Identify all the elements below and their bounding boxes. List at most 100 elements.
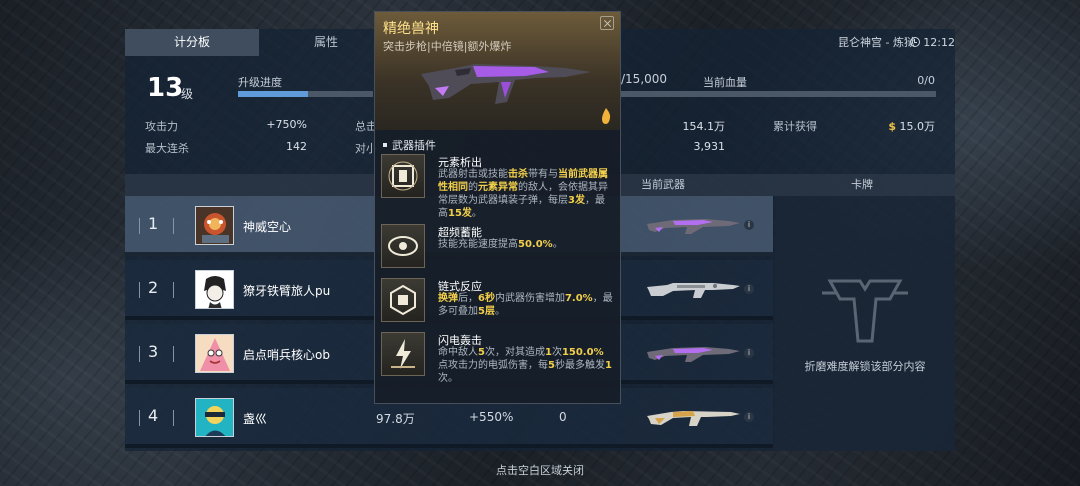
highlight-text: 3发 — [568, 195, 585, 206]
tab-scoreboard[interactable]: 计分板 — [125, 29, 259, 56]
health-bar — [621, 91, 936, 97]
attack-value: +550% — [469, 410, 514, 424]
player-name: 神威空心 — [243, 220, 292, 234]
weapon-info-button[interactable]: i — [744, 348, 754, 358]
health-value: 0/0 — [917, 74, 935, 87]
description-text: 。 — [494, 306, 505, 317]
avatar — [195, 206, 234, 245]
highlight-text: 5 — [548, 360, 555, 371]
highlight-text: 6秒 — [478, 293, 495, 304]
rank-divider — [139, 410, 140, 426]
rank-divider — [173, 218, 174, 234]
lightning-mod-icon — [381, 332, 425, 376]
highlight-text: 元素异常 — [478, 182, 518, 193]
extra-value: 0 — [559, 410, 567, 424]
description-text: 。 — [552, 239, 563, 250]
weapon-info-button[interactable]: i — [744, 284, 754, 294]
weapon-info-button[interactable]: i — [744, 220, 754, 230]
level-unit: 级 — [181, 87, 194, 101]
earned-label: 累计获得 — [773, 120, 817, 133]
earned-value: $ 15.0万 — [845, 118, 935, 134]
mods-section-label: 武器插件 — [383, 137, 436, 153]
highlight-text: 5 — [478, 347, 485, 358]
rank-divider — [139, 282, 140, 298]
health-label: 当前血量 — [703, 76, 747, 89]
level-number: 13 — [147, 73, 184, 103]
highlight-text: 1 — [544, 347, 552, 358]
upgrade-progress-label: 升级进度 — [238, 76, 282, 89]
description-text: 秒最多触发 — [554, 360, 605, 371]
clock: 12:12 — [910, 29, 955, 56]
rank-number: 4 — [148, 406, 159, 425]
avatar — [195, 270, 234, 309]
highlight-text: 击杀 — [508, 169, 528, 180]
rank-divider — [173, 410, 174, 426]
player-name: 獠牙铁臂旅人pu — [243, 284, 331, 298]
clock-icon — [910, 37, 921, 47]
player-name: 盏巛 — [243, 412, 268, 426]
mod-description: 技能充能速度提高50.0%。 — [438, 238, 613, 251]
weapon-info-button[interactable]: i — [744, 412, 754, 422]
max-combo-value: 142 — [286, 140, 307, 153]
chain-reaction-mod-icon — [381, 278, 425, 322]
avatar — [195, 334, 234, 373]
upgrade-progress-max: /15,000 — [621, 72, 668, 86]
description-text: 点攻击力的电弧伤害，每 — [438, 360, 548, 371]
rank-divider — [139, 346, 140, 362]
card-locked-text: 折磨难度解锁该部分内容 — [804, 360, 926, 373]
description-text: 次 — [551, 347, 562, 358]
col-header-weapon: 当前武器 — [641, 178, 685, 191]
earned-amount: 15.0万 — [899, 120, 936, 133]
description-text: 内武器伤害增加 — [494, 293, 565, 304]
popup-header: 精绝兽神 突击步枪|中倍镜|额外爆炸 — [375, 12, 620, 130]
rank-divider — [173, 282, 174, 298]
secondary-total-value: 3,931 — [693, 140, 726, 153]
highlight-text: 150.0% — [561, 347, 604, 358]
description-text: 武器射击或技能 — [438, 169, 508, 180]
currency-symbol: $ — [888, 120, 896, 133]
weapon-icon — [647, 411, 740, 426]
description-text: 后， — [458, 293, 478, 304]
description-text: 带有与 — [528, 169, 558, 180]
rank-number: 2 — [148, 278, 159, 297]
player-name: 启点哨兵核心ob — [243, 348, 330, 362]
rank-number: 1 — [148, 214, 159, 233]
close-hint[interactable]: 点击空白区域关闭 — [0, 462, 1080, 478]
description-text: 次，对其造成 — [484, 347, 545, 358]
highlight-text: 7.0% — [564, 293, 593, 304]
col-header-card: 卡牌 — [851, 178, 873, 191]
weapon-detail-popup: 精绝兽神 突击步枪|中倍镜|额外爆炸 武器插件 元素析出 武器射击或技能击杀带有… — [374, 11, 621, 404]
weapon-icon — [647, 347, 740, 362]
description-text: 命中敌人 — [438, 347, 478, 358]
mod-description: 武器射击或技能击杀带有与当前武器属性相同的元素异常的敌人，会依据其异常层数为武器… — [438, 168, 613, 220]
attack-value: +750% — [266, 118, 307, 131]
upgrade-progress-bar — [238, 91, 373, 97]
clock-time: 12:12 — [923, 36, 955, 49]
weapon-name: 精绝兽神 — [383, 21, 439, 37]
description-text: 的 — [468, 182, 478, 193]
location-label: 昆仑神宫 - 炼狱 — [838, 36, 915, 49]
flame-icon — [602, 108, 611, 124]
description-text: 次。 — [438, 373, 458, 384]
attack-label: 攻击力 — [145, 120, 178, 133]
card-panel: 折磨难度解锁该部分内容 — [775, 196, 955, 451]
tab-attributes[interactable]: 属性 — [259, 29, 393, 56]
rank-number: 3 — [148, 342, 159, 361]
highlight-text: 5层 — [478, 306, 495, 317]
highlight-text: 50.0% — [518, 239, 553, 250]
description-text: 技能充能速度提高 — [438, 239, 518, 250]
damage-value: 97.8万 — [376, 412, 415, 426]
highlight-text: 1 — [604, 360, 612, 371]
rank-divider — [173, 346, 174, 362]
highlight-text: 换弹 — [438, 293, 458, 304]
weapon-icon — [647, 283, 740, 298]
mod-description: 换弹后，6秒内武器伤害增加7.0%，最多可叠加5层。 — [438, 292, 613, 318]
description-text: 。 — [471, 208, 482, 219]
damage-total-value: 154.1万 — [682, 120, 726, 133]
avatar — [195, 398, 234, 437]
close-icon[interactable] — [600, 16, 614, 30]
rank-divider — [139, 218, 140, 234]
locked-emblem-icon — [822, 279, 908, 343]
highlight-text: 15发 — [448, 208, 472, 219]
weapon-icon — [647, 219, 740, 234]
